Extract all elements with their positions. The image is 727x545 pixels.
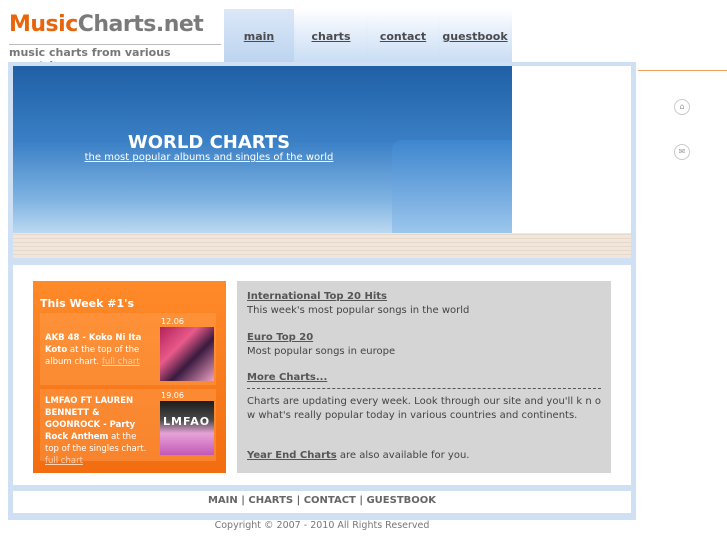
international-desc: This week's most popular songs in the wo… — [247, 305, 470, 316]
more-charts-link[interactable]: More Charts... — [247, 372, 327, 383]
mail-icon[interactable]: ✉ — [674, 144, 690, 160]
cover-text: LMFAO — [163, 415, 211, 428]
banner-title: WORLD CHARTS — [127, 132, 291, 153]
entry-date: 19.06 — [161, 391, 184, 400]
single-cover-image[interactable]: LMFAO — [160, 401, 214, 455]
info-paragraph: Charts are updating every week. Look thr… — [247, 396, 601, 421]
yearend-text: are also available for you. — [336, 450, 470, 461]
copyright-text: Copyright © 2007 - 2010 All Rights Reser… — [214, 520, 430, 531]
full-chart-link[interactable]: full chart — [102, 357, 140, 367]
main-nav: main charts contact guestbook — [224, 9, 512, 64]
yearend-line: Year End Charts are also available for y… — [247, 450, 469, 461]
footer-nav[interactable]: MAIN | CHARTS | CONTACT | GUESTBOOK — [13, 495, 631, 506]
entry-text: AKB 48 - Koko Ni Ita Koto at the top of … — [45, 332, 151, 368]
banner-subtitle-link[interactable]: the most popular albums and singles of t… — [80, 152, 338, 163]
entry-text: LMFAO FT LAUREN BENNETT & GOONROCK - Par… — [45, 395, 151, 467]
logo-part-charts: Charts.net — [77, 12, 204, 37]
international-top20-link[interactable]: International Top 20 Hits — [247, 291, 387, 302]
euro-top20-link[interactable]: Euro Top 20 — [247, 332, 313, 343]
banner-floor — [13, 233, 631, 258]
this-week-title: This Week #1's — [40, 297, 135, 310]
full-chart-link[interactable]: full chart — [45, 456, 83, 466]
album-cover-image[interactable] — [160, 327, 214, 381]
logo-part-music: Music — [9, 12, 78, 37]
home-icon[interactable]: ⌂ — [674, 99, 690, 115]
nav-contact-link[interactable]: contact — [368, 9, 438, 64]
nav-charts-link[interactable]: charts — [296, 9, 366, 64]
site-logo[interactable]: MusicCharts.net — [9, 12, 204, 37]
nav-guestbook-link[interactable]: guestbook — [440, 9, 510, 64]
nav-main-link[interactable]: main — [224, 9, 294, 64]
banner-decoration — [392, 140, 512, 233]
header-divider — [638, 70, 727, 71]
entry-date: 12.06 — [161, 317, 184, 326]
euro-desc: Most popular songs in europe — [247, 346, 396, 357]
dashed-divider — [247, 388, 601, 389]
year-end-charts-link[interactable]: Year End Charts — [247, 450, 337, 461]
